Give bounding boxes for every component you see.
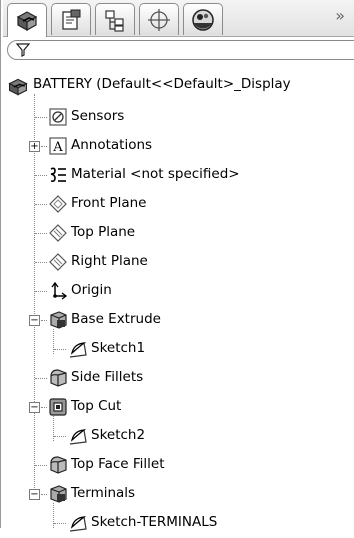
- tree-item-label: Top Plane: [71, 224, 136, 240]
- tree-item-label: Base Extrude: [71, 311, 161, 327]
- tree-connector: [41, 407, 47, 408]
- tree-root-label: BATTERY (Default<<Default>_Display: [33, 76, 291, 92]
- extrude-icon: [50, 311, 67, 329]
- tree-item-label: Sketch2: [91, 427, 146, 443]
- tree-connector: [41, 146, 47, 147]
- tree-item-label: Origin: [71, 282, 112, 298]
- svg-text:A: A: [52, 140, 63, 155]
- tree-item-sensors[interactable]: Sensors: [1, 103, 354, 132]
- material-icon: [50, 167, 66, 182]
- tree-connector: [35, 175, 47, 176]
- tree-item-sketch-terminals[interactable]: Sketch-TERMINALS: [1, 509, 354, 538]
- plane-icon: [49, 253, 67, 271]
- panel-tab-strip: »: [3, 0, 354, 37]
- cut-icon: [49, 398, 67, 416]
- feature-manager-panel: » BATTERY (Default<<Default>_Display Sen…: [0, 0, 354, 532]
- tree-connector: [41, 320, 47, 321]
- expand-button[interactable]: +: [29, 141, 40, 152]
- sketch-icon: [69, 342, 87, 358]
- tree-item-sketch2[interactable]: Sketch2: [1, 422, 354, 451]
- part-icon: [8, 78, 28, 96]
- sketch-icon: [69, 516, 87, 532]
- tree-connector: [35, 378, 47, 379]
- tree-connector: [35, 204, 47, 205]
- tree-connector: [35, 291, 47, 292]
- tree-item-front-plane[interactable]: Front Plane: [1, 190, 354, 219]
- property-manager-tab[interactable]: [51, 3, 91, 35]
- tree-connector: [54, 436, 66, 437]
- annotations-icon: A: [49, 137, 67, 155]
- fillet-icon: [50, 369, 67, 387]
- tree-item-terminals[interactable]: − Terminals: [1, 480, 354, 509]
- tree-connector: [54, 523, 66, 524]
- display-manager-icon: [192, 8, 214, 31]
- extrude-icon: [50, 485, 67, 503]
- tree-item-label: Sketch1: [91, 340, 146, 356]
- collapse-button[interactable]: −: [29, 315, 40, 326]
- configuration-manager-icon: [105, 9, 124, 32]
- tree-item-label: Annotations: [71, 137, 153, 153]
- tree-item-sketch1[interactable]: Sketch1: [1, 335, 354, 364]
- collapse-button[interactable]: −: [29, 402, 40, 413]
- sketch-icon: [69, 429, 87, 445]
- feature-manager-tab[interactable]: [7, 3, 47, 37]
- tree-item-material[interactable]: Material <not specified>: [1, 161, 354, 190]
- tree-connector: [35, 233, 47, 234]
- tree-item-label: Side Fillets: [71, 369, 144, 385]
- dimxpert-tab[interactable]: [139, 3, 179, 35]
- tree-connector: [35, 465, 47, 466]
- dimxpert-icon: [148, 8, 170, 31]
- tree-item-top-plane[interactable]: Top Plane: [1, 219, 354, 248]
- tree-item-origin[interactable]: Origin: [1, 277, 354, 306]
- more-tabs-button[interactable]: »: [335, 6, 345, 25]
- tree-item-top-cut[interactable]: − Top Cut: [1, 393, 354, 422]
- tree-item-label: Top Cut: [71, 398, 122, 414]
- tree-connector: [35, 117, 47, 118]
- tree-item-right-plane[interactable]: Right Plane: [1, 248, 354, 277]
- collapse-button[interactable]: −: [29, 489, 40, 500]
- tree-item-label: Top Face Fillet: [71, 456, 165, 472]
- tree-item-label: Terminals: [71, 485, 136, 501]
- property-manager-icon: [62, 9, 81, 30]
- tree-item-label: Material <not specified>: [71, 166, 240, 182]
- feature-tree: BATTERY (Default<<Default>_Display Senso…: [1, 74, 354, 538]
- plane-icon: [49, 195, 67, 213]
- filter-icon: [16, 43, 30, 57]
- feature-manager-icon: [16, 10, 38, 31]
- tree-item-base-extrude[interactable]: − Base Extrude: [1, 306, 354, 335]
- fillet-icon: [50, 456, 67, 474]
- tree-item-side-fillets[interactable]: Side Fillets: [1, 364, 354, 393]
- plane-icon: [49, 224, 67, 242]
- tree-root[interactable]: BATTERY (Default<<Default>_Display: [1, 74, 354, 103]
- tree-item-label: Right Plane: [71, 253, 148, 269]
- origin-icon: [51, 281, 68, 300]
- tree-connector: [41, 494, 47, 495]
- display-manager-tab[interactable]: [183, 3, 223, 35]
- tree-filter-input[interactable]: [7, 40, 354, 60]
- tree-connector: [35, 262, 47, 263]
- tree-item-label: Front Plane: [71, 195, 147, 211]
- tree-item-top-face-fillet[interactable]: Top Face Fillet: [1, 451, 354, 480]
- tree-connector: [54, 349, 66, 350]
- sensors-icon: [49, 108, 67, 126]
- tree-item-label: Sensors: [71, 108, 125, 124]
- tree-item-annotations[interactable]: + A Annotations: [1, 132, 354, 161]
- configuration-manager-tab[interactable]: [95, 3, 135, 35]
